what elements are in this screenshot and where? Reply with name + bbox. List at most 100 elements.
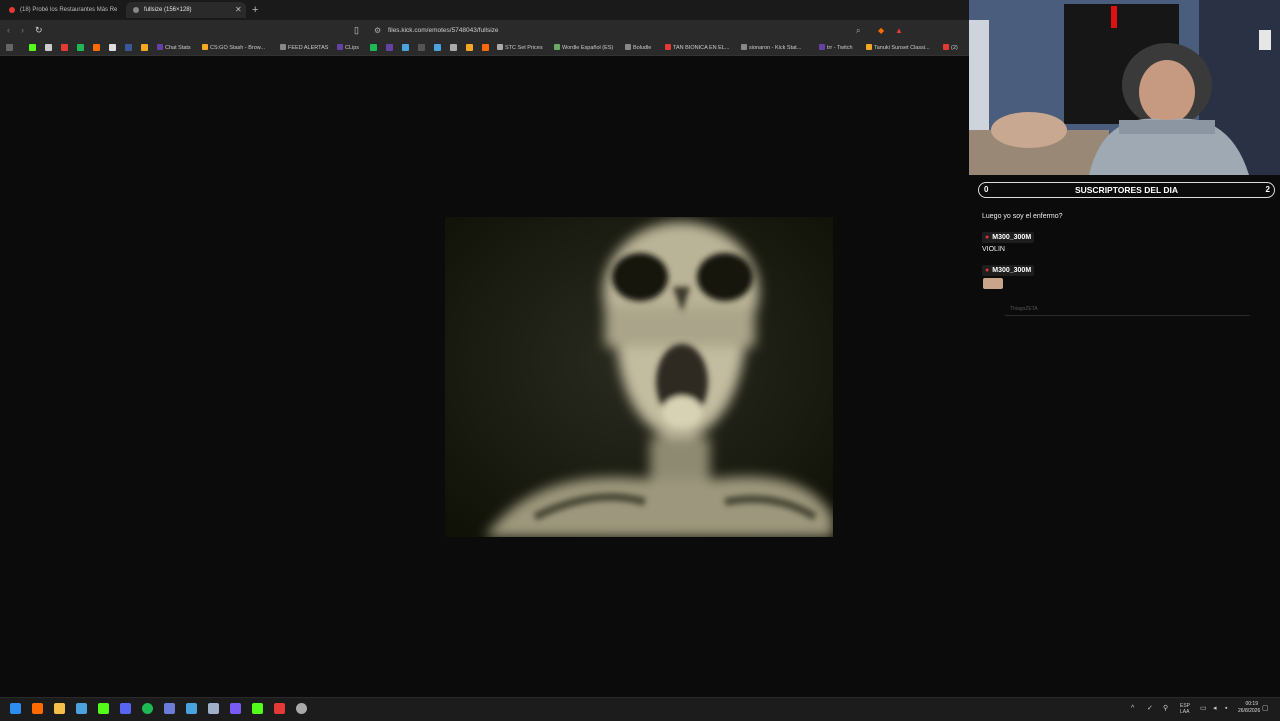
settings-icon[interactable] bbox=[296, 703, 307, 714]
bookmark-icon[interactable] bbox=[418, 44, 425, 51]
bookmark-tan-bionica[interactable]: TAN BIONICA EN EL... bbox=[665, 42, 729, 54]
battery-icon[interactable]: ▪ bbox=[1225, 703, 1227, 715]
spotify-icon[interactable] bbox=[142, 703, 153, 714]
bookmark-icon[interactable] bbox=[482, 44, 489, 51]
bookmark-clips[interactable]: CLips bbox=[337, 42, 359, 54]
badge-icon: ● bbox=[985, 234, 990, 241]
bookmark-icon[interactable] bbox=[45, 44, 52, 51]
url-text: files.kick.com/emotes/5748043/fullsize bbox=[388, 27, 499, 34]
youtube-icon bbox=[665, 44, 671, 50]
bookmark-icon bbox=[202, 44, 208, 50]
bookmark-trr-twitch[interactable]: trr - Twitch bbox=[819, 42, 853, 54]
address-bar[interactable]: ⚙ files.kick.com/emotes/5748043/fullsize… bbox=[366, 23, 910, 38]
bookmark-boludle[interactable]: Boludle bbox=[625, 42, 651, 54]
bookmark-sionaron[interactable]: sionaron - Kick Stat... bbox=[741, 42, 801, 54]
bookmark-icon[interactable] bbox=[386, 44, 393, 51]
globe-icon bbox=[625, 44, 631, 50]
apps-icon[interactable] bbox=[6, 44, 13, 51]
bookmark-icon[interactable] bbox=[109, 44, 116, 51]
kick-icon[interactable] bbox=[252, 703, 263, 714]
volume-icon[interactable]: ◂ bbox=[1213, 703, 1217, 715]
youtube-icon bbox=[9, 7, 15, 13]
streamer-webcam-image bbox=[969, 0, 1280, 175]
chat-message: Luego yo soy el enfermo? bbox=[982, 213, 1063, 220]
bookmark-icon[interactable] bbox=[93, 44, 100, 51]
notification-icon[interactable]: ▢ bbox=[1262, 703, 1269, 715]
bookmark-icon[interactable] bbox=[141, 44, 148, 51]
app-tray-icon[interactable]: ✓ bbox=[1147, 703, 1153, 715]
chat-message: VIOLIN bbox=[982, 246, 1005, 253]
site-info-icon[interactable]: ⚙ bbox=[374, 24, 381, 37]
app-icon[interactable] bbox=[208, 703, 219, 714]
chat-username: ● M300_300M bbox=[982, 232, 1035, 243]
bookmark-chat-stats[interactable]: Chat Stats bbox=[157, 42, 191, 54]
taskbar: ^ ✓ ⚲ ESP LAA ▭ ◂ ▪ 00:19 26/8/2026 ▢ bbox=[0, 697, 1280, 721]
emote-thumbnail bbox=[983, 278, 1003, 289]
bookmark-tanuki[interactable]: Tanuki Sunset Classi... bbox=[866, 42, 930, 54]
subs-count-right: 2 bbox=[1265, 185, 1270, 194]
bookmark-icon bbox=[280, 44, 286, 50]
divider bbox=[1005, 315, 1250, 316]
app-tray-icon[interactable]: ⚲ bbox=[1163, 703, 1168, 715]
bookmark-feed-alertas[interactable]: FEED ALERTAS bbox=[280, 42, 328, 54]
twitch-icon bbox=[819, 44, 825, 50]
brave-rewards-icon[interactable]: ▲ bbox=[895, 24, 903, 37]
twitch-icon bbox=[157, 44, 163, 50]
badge-icon: ● bbox=[985, 267, 990, 274]
globe-icon bbox=[741, 44, 747, 50]
subscribers-bar: 0 SUSCRIPTORES DEL DIA 2 bbox=[978, 182, 1275, 198]
close-icon[interactable]: ✕ bbox=[235, 6, 242, 14]
bookmark-icon[interactable]: ▯ bbox=[354, 24, 359, 36]
bookmark-icon bbox=[497, 44, 503, 50]
discord-icon[interactable] bbox=[120, 703, 131, 714]
youtube-icon bbox=[943, 44, 949, 50]
app-icon[interactable] bbox=[98, 703, 109, 714]
bookmark-icon[interactable] bbox=[370, 44, 377, 51]
wordle-icon bbox=[554, 44, 560, 50]
tab-fullsize[interactable]: fullsize (156×128) ✕ bbox=[126, 2, 246, 18]
kick-icon[interactable] bbox=[29, 44, 36, 51]
folder-icon[interactable] bbox=[54, 703, 65, 714]
chat-username: ● M300_300M bbox=[982, 265, 1035, 276]
brave-shield-icon[interactable]: ◆ bbox=[878, 24, 884, 37]
bookmark-youtube-2[interactable]: (2) bbox=[943, 42, 958, 54]
windows-start-icon[interactable] bbox=[10, 703, 21, 714]
bookmark-icon[interactable] bbox=[434, 44, 441, 51]
bookmark-icon[interactable] bbox=[450, 44, 457, 51]
bookmark-icon[interactable] bbox=[77, 44, 84, 51]
globe-icon bbox=[133, 7, 139, 13]
webcam-feed bbox=[969, 0, 1280, 175]
language-indicator[interactable]: ESP LAA bbox=[1180, 703, 1190, 715]
clock[interactable]: 00:19 26/8/2026 bbox=[1238, 701, 1260, 715]
app-icon[interactable] bbox=[186, 703, 197, 714]
tab-title: fullsize (156×128) bbox=[144, 7, 192, 13]
tab-strip: (18) Probé los Restaurantes Más Re fulls… bbox=[0, 0, 969, 20]
bookmark-icon[interactable] bbox=[466, 44, 473, 51]
bookmark-icon bbox=[866, 44, 872, 50]
brave-icon[interactable] bbox=[32, 703, 43, 714]
bookmark-csgo-stash[interactable]: CS:GO Stash - Brow... bbox=[202, 42, 265, 54]
bookmark-stc-set-prices[interactable]: STC Set Prices bbox=[497, 42, 543, 54]
bookmark-icon[interactable] bbox=[61, 44, 68, 51]
bookmark-wordle[interactable]: Wordle Español (ES) bbox=[554, 42, 613, 54]
new-tab-button[interactable]: + bbox=[252, 3, 258, 17]
subs-title: SUSCRIPTORES DEL DIA bbox=[1074, 185, 1179, 195]
stream-overlay bbox=[969, 175, 1280, 697]
app-icon[interactable] bbox=[230, 703, 241, 714]
tab-title: (18) Probé los Restaurantes Más Re bbox=[20, 7, 118, 13]
network-icon[interactable]: ▭ bbox=[1200, 703, 1207, 715]
chevron-up-icon[interactable]: ^ bbox=[1131, 703, 1134, 715]
app-icon[interactable] bbox=[164, 703, 175, 714]
bookmark-icon[interactable] bbox=[402, 44, 409, 51]
tab-youtube[interactable]: (18) Probé los Restaurantes Más Re bbox=[2, 2, 124, 18]
app-icon[interactable] bbox=[274, 703, 285, 714]
browser-window: (18) Probé los Restaurantes Más Re fulls… bbox=[0, 0, 969, 697]
forward-button[interactable]: › bbox=[21, 24, 24, 36]
bookmark-icon[interactable] bbox=[125, 44, 132, 51]
zoom-icon[interactable]: ⌕ bbox=[856, 24, 860, 37]
toolbar: ‹ › ↻ ▯ ⚙ files.kick.com/emotes/5748043/… bbox=[0, 20, 969, 41]
twitch-icon bbox=[337, 44, 343, 50]
back-button[interactable]: ‹ bbox=[7, 24, 10, 36]
reload-button[interactable]: ↻ bbox=[35, 24, 43, 36]
app-icon[interactable] bbox=[76, 703, 87, 714]
